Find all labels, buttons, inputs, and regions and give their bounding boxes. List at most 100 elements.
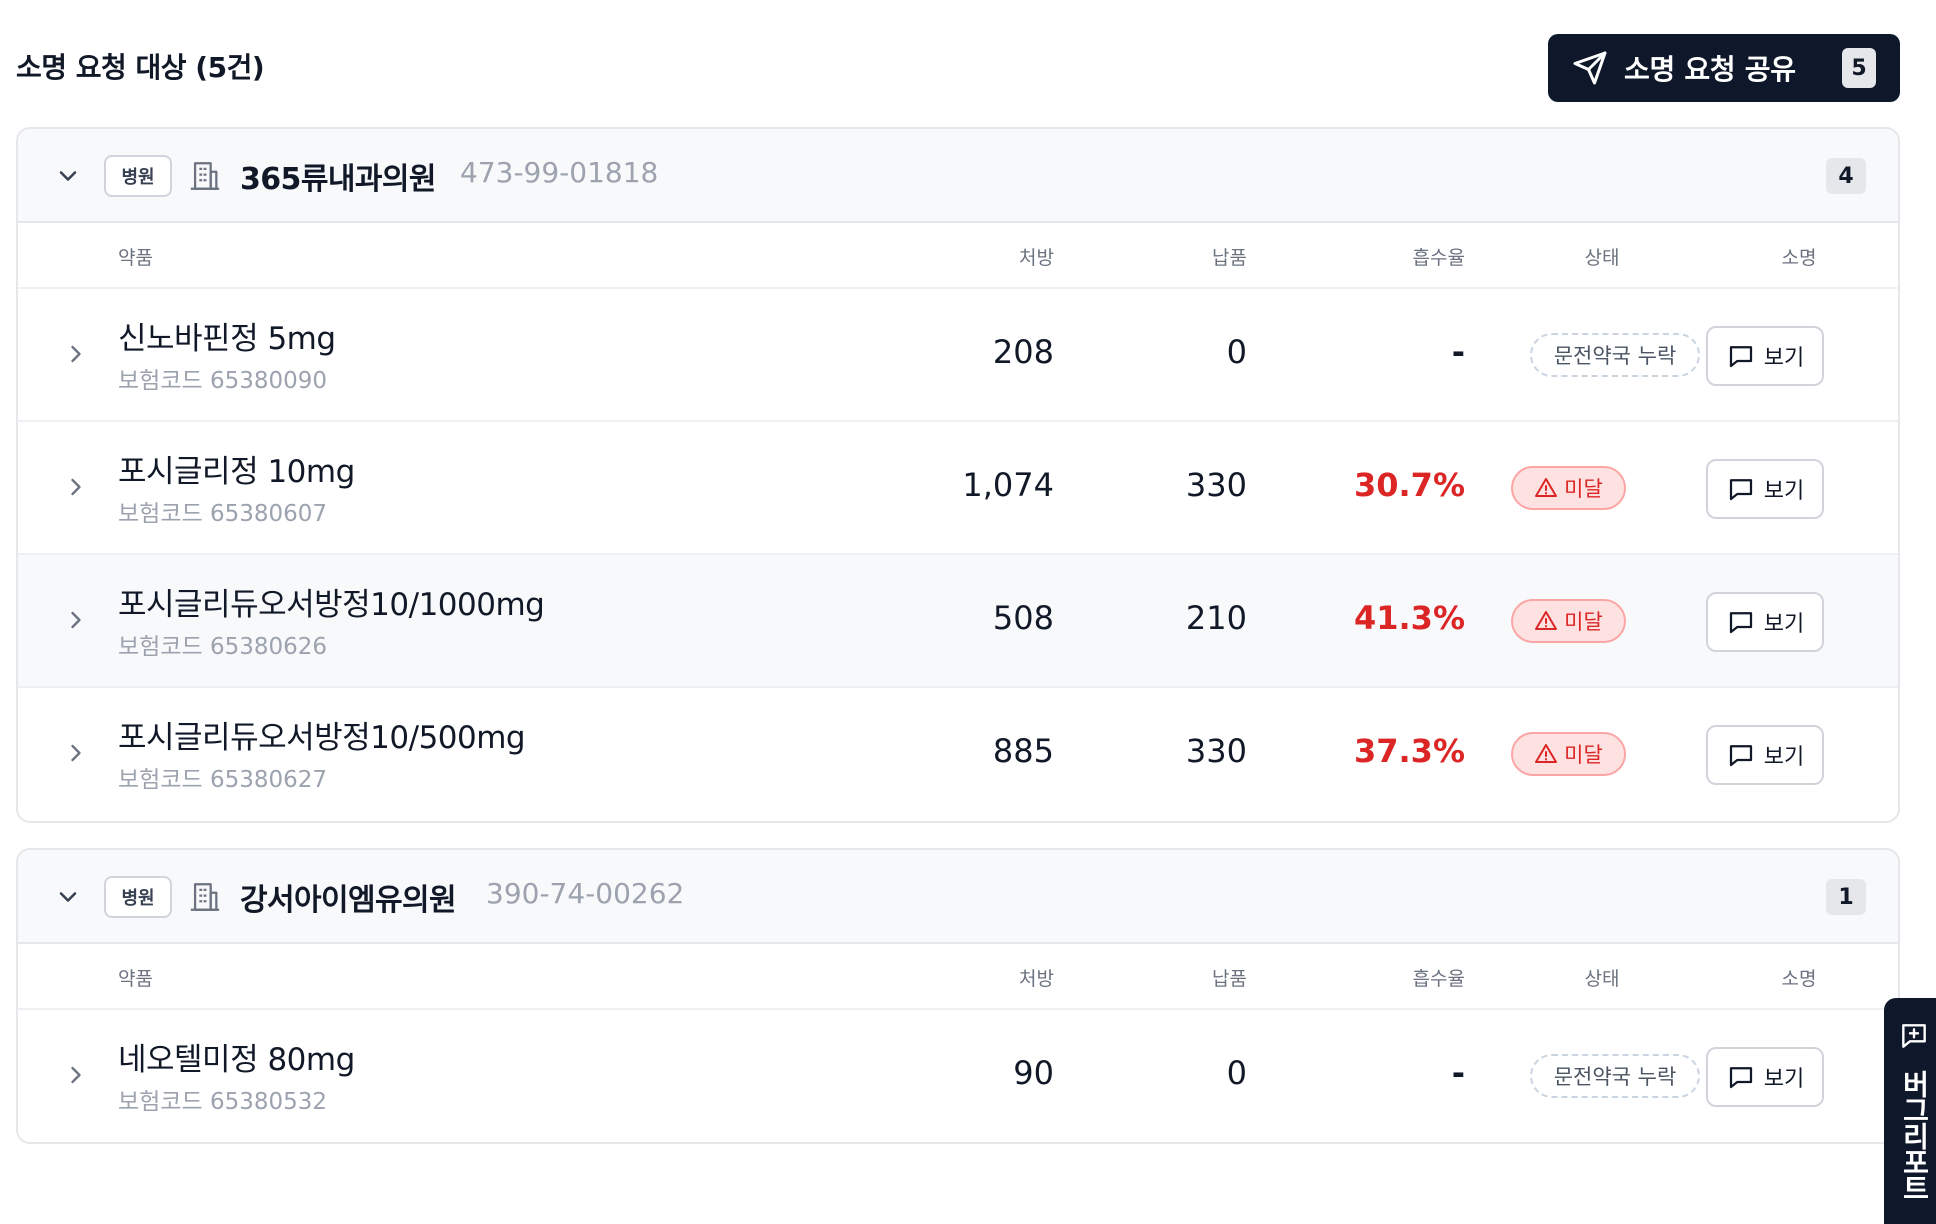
message-icon (1729, 1067, 1752, 1089)
hospital-group: 병원 365류내과의원 473-99-01818 4 약품 처방 납품 흡수율 … (16, 127, 1900, 823)
delivery-count: 330 (1185, 732, 1247, 770)
view-label: 보기 (1763, 612, 1805, 637)
message-icon (1729, 745, 1752, 767)
rx-count: 508 (992, 599, 1054, 637)
status-label: 미달 (1564, 610, 1603, 634)
drug-name: 포시글리듀오서방정10/1000mg (118, 587, 545, 623)
table-row[interactable]: 네오텔미정 80mg 보험코드 65380532 90 0 - 문전약국 누락 … (18, 1010, 1898, 1142)
view-label: 보기 (1763, 745, 1805, 770)
col-rate: 흡수율 (1412, 968, 1465, 990)
table-row[interactable]: 신노바핀정 5mg 보험코드 65380090 208 0 - 문전약국 누락 … (18, 289, 1898, 422)
insurance-code: 보험코드 65380090 (118, 368, 328, 394)
drug-name: 신노바핀정 5mg (118, 321, 336, 357)
status-label: 미달 (1564, 743, 1603, 767)
view-explanation-button[interactable]: 보기 (1706, 459, 1824, 519)
business-number: 473-99-01818 (460, 156, 659, 189)
group-header[interactable]: 병원 365류내과의원 473-99-01818 4 (18, 129, 1898, 223)
chevron-down-icon[interactable] (54, 883, 82, 911)
rx-count: 90 (1013, 1054, 1054, 1092)
view-label: 보기 (1763, 1067, 1805, 1092)
absorption-rate: 30.7% (1353, 466, 1465, 504)
building-icon (190, 883, 220, 911)
col-explain: 소명 (1781, 968, 1817, 990)
status-label: 미달 (1564, 477, 1603, 501)
rx-count: 1,074 (962, 466, 1054, 504)
rx-count: 208 (992, 333, 1054, 371)
hospital-group: 병원 강서아이엠유의원 390-74-00262 1 약품 처방 납품 흡수율 … (16, 848, 1900, 1144)
col-explain: 소명 (1781, 247, 1817, 269)
group-count-badge: 1 (1826, 879, 1866, 915)
chevron-right-icon[interactable] (62, 1061, 90, 1089)
view-explanation-button[interactable]: 보기 (1706, 326, 1824, 386)
absorption-rate: - (1451, 1054, 1465, 1092)
col-delivery: 납품 (1212, 247, 1247, 269)
col-rate: 흡수율 (1412, 247, 1465, 269)
message-icon (1729, 346, 1752, 368)
table-row[interactable]: 포시글리듀오서방정10/500mg 보험코드 65380627 885 330 … (18, 688, 1898, 821)
chevron-down-icon[interactable] (54, 162, 82, 190)
share-count-badge: 5 (1842, 48, 1876, 88)
send-icon (1573, 51, 1607, 85)
status-badge: 미달 (1511, 732, 1626, 776)
share-request-label: 소명 요청 공유 (1624, 53, 1796, 86)
hospital-name: 365류내과의원 (240, 162, 436, 197)
status-badge: 문전약국 누락 (1530, 1054, 1700, 1098)
table-header: 약품 처방 납품 흡수율 상태 소명 (18, 944, 1898, 1010)
hospital-name: 강서아이엠유의원 (240, 883, 457, 918)
col-rx: 처방 (1019, 968, 1054, 990)
page-title: 소명 요청 대상 (5건) (16, 51, 265, 84)
page-header: 소명 요청 대상 (5건) 소명 요청 공유 5 (16, 34, 1900, 102)
drug-name: 네오텔미정 80mg (118, 1042, 355, 1078)
insurance-code: 보험코드 65380627 (118, 767, 328, 793)
table-row[interactable]: 포시글리듀오서방정10/1000mg 보험코드 65380626 508 210… (18, 555, 1898, 688)
chevron-right-icon[interactable] (62, 739, 90, 767)
delivery-count: 210 (1185, 599, 1247, 637)
building-icon (190, 162, 220, 190)
col-drug: 약품 (118, 968, 153, 990)
table-row[interactable]: 포시글리정 10mg 보험코드 65380607 1,074 330 30.7%… (18, 422, 1898, 555)
rx-count: 885 (992, 732, 1054, 770)
drug-name: 포시글리듀오서방정10/500mg (118, 720, 526, 756)
chevron-right-icon[interactable] (62, 340, 90, 368)
status-badge: 미달 (1511, 466, 1626, 510)
bug-report-tab[interactable]: 버그리포트 (1884, 998, 1936, 1224)
group-count-badge: 4 (1826, 158, 1866, 194)
col-delivery: 납품 (1212, 968, 1247, 990)
insurance-code: 보험코드 65380532 (118, 1089, 328, 1115)
status-badge: 문전약국 누락 (1530, 333, 1700, 377)
hospital-type-badge: 병원 (104, 876, 172, 918)
insurance-code: 보험코드 65380607 (118, 501, 328, 527)
view-explanation-button[interactable]: 보기 (1706, 725, 1824, 785)
view-explanation-button[interactable]: 보기 (1706, 1047, 1824, 1107)
chevron-right-icon[interactable] (62, 606, 90, 634)
business-number: 390-74-00262 (486, 877, 685, 910)
hospital-type-badge: 병원 (104, 155, 172, 197)
insurance-code: 보험코드 65380626 (118, 634, 328, 660)
col-status: 상태 (1584, 247, 1620, 269)
delivery-count: 0 (1226, 333, 1247, 371)
share-request-button[interactable]: 소명 요청 공유 5 (1548, 34, 1900, 102)
message-icon (1729, 479, 1752, 501)
drug-name: 포시글리정 10mg (118, 454, 355, 490)
delivery-count: 0 (1226, 1054, 1247, 1092)
col-status: 상태 (1584, 968, 1620, 990)
chevron-right-icon[interactable] (62, 473, 90, 501)
view-label: 보기 (1763, 346, 1805, 371)
view-label: 보기 (1763, 479, 1805, 504)
warning-icon (1535, 478, 1558, 497)
delivery-count: 330 (1185, 466, 1247, 504)
col-rx: 처방 (1019, 247, 1054, 269)
absorption-rate: 41.3% (1353, 599, 1465, 637)
message-icon (1729, 612, 1752, 634)
status-badge: 미달 (1511, 599, 1626, 643)
warning-icon (1535, 744, 1558, 763)
message-plus-icon (1902, 1024, 1926, 1048)
absorption-rate: 37.3% (1353, 732, 1465, 770)
absorption-rate: - (1451, 333, 1465, 371)
warning-icon (1535, 611, 1558, 630)
bug-report-label: 버그리포트 (1898, 1070, 1931, 1200)
view-explanation-button[interactable]: 보기 (1706, 592, 1824, 652)
col-drug: 약품 (118, 247, 153, 269)
table-header: 약품 처방 납품 흡수율 상태 소명 (18, 223, 1898, 289)
group-header[interactable]: 병원 강서아이엠유의원 390-74-00262 1 (18, 850, 1898, 944)
